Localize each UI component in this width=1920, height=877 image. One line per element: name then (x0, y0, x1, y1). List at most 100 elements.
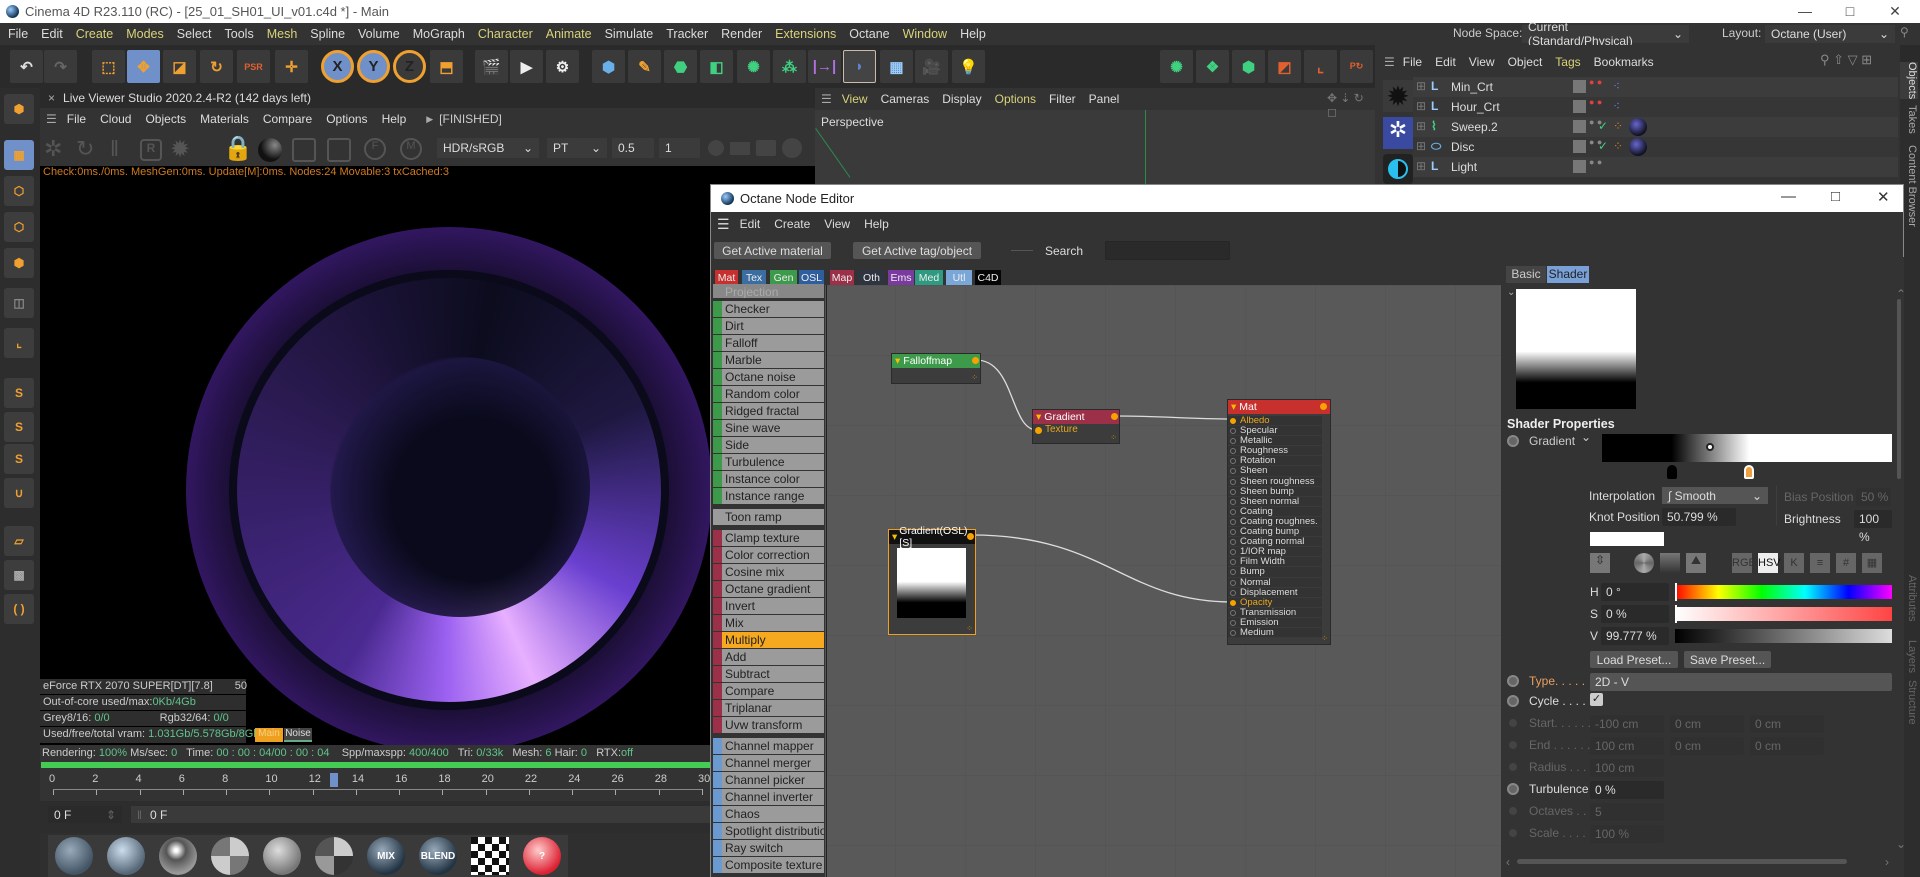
get-active-material-button[interactable]: Get Active material (714, 242, 831, 259)
gradient-knot-2[interactable] (1744, 465, 1755, 479)
tab-noise[interactable]: Noise (284, 728, 312, 742)
rotate-tool-icon[interactable]: ↻ (200, 50, 233, 83)
object-menu-bookmarks[interactable]: Bookmarks (1594, 55, 1654, 69)
redo-icon[interactable]: ↷ (44, 50, 77, 83)
hamburger-menu-icon[interactable]: ☰ (717, 216, 730, 233)
live-viewer-close-button[interactable]: × (48, 91, 55, 105)
gradient-keyframe-radio[interactable] (1507, 435, 1519, 447)
node-list-item[interactable]: Turbulence (713, 454, 824, 470)
layer-toggle-icon[interactable] (1573, 100, 1586, 113)
edges-mode-icon[interactable]: ⬡ (4, 212, 34, 242)
rectangle-icon[interactable] (730, 142, 750, 155)
node-list-item[interactable]: Color correction (713, 547, 824, 563)
sphere-icon[interactable] (708, 140, 724, 156)
timeline-ruler[interactable]: 0 2 4 6 8 10 12 14 16 18 20 22 24 26 28 30 (40, 771, 710, 801)
node-editor-menu-help[interactable]: Help (864, 217, 889, 231)
radius-keyframe-radio[interactable] (1509, 763, 1517, 771)
menu-tools[interactable]: Tools (225, 27, 254, 41)
constraint-tag-icon[interactable]: ⁖ (1613, 79, 1620, 93)
port-socket[interactable] (1230, 609, 1236, 616)
node-list-item[interactable]: Octane noise (713, 369, 824, 385)
move-tool-icon[interactable]: ✥ (127, 50, 160, 83)
h-slider[interactable] (1675, 585, 1892, 599)
port-socket[interactable] (1230, 488, 1236, 495)
node-list-item[interactable]: Spotlight distribution (713, 823, 824, 839)
node-list-item[interactable]: Chaos (713, 806, 824, 822)
output-port[interactable] (967, 533, 974, 540)
live-viewer-menu-materials[interactable]: Materials (200, 112, 249, 126)
stepper-icon[interactable]: ⇕ (106, 808, 116, 822)
pause-icon[interactable]: ‖ (110, 136, 119, 162)
z-axis-toggle[interactable]: Z (393, 50, 426, 83)
texture-tag-icon[interactable]: ⁘ (1613, 119, 1623, 133)
tab-basic[interactable]: Basic (1506, 266, 1546, 283)
resize-grip-icon[interactable]: ⁘ (1110, 433, 1117, 442)
viewport-nav-icons[interactable]: ✥ ⇣ ↻ ◻ (1327, 91, 1375, 119)
get-active-tag-button[interactable]: Get Active tag/object (853, 242, 981, 259)
color-mode-kelvin-button[interactable]: K (1784, 553, 1804, 573)
menu-mesh[interactable]: Mesh (267, 27, 298, 41)
deformer-icon[interactable]: |→| (808, 50, 841, 83)
menu-spline[interactable]: Spline (310, 27, 345, 41)
object-menu-edit[interactable]: Edit (1435, 55, 1456, 69)
layout-dropdown[interactable]: Octane (User) ⌄ (1765, 25, 1895, 43)
expand-icon[interactable]: ⊞ (1416, 159, 1426, 173)
psr-reset-icon[interactable]: P↻ (1340, 50, 1373, 83)
focus-picker-icon[interactable]: F (364, 138, 386, 160)
psr-icon[interactable]: PSR (237, 50, 270, 83)
collapse-icon[interactable]: ▾ (1036, 411, 1041, 423)
minimize-button[interactable]: — (1785, 0, 1825, 23)
node-canvas[interactable]: ▾ Falloffmap ⁘ ▾ Gradient Texture ⁘ ▾ Gradi… (825, 285, 1501, 877)
node-editor-maximize-button[interactable]: □ (1831, 188, 1840, 205)
workplane-grid-icon[interactable]: ▱ (4, 526, 34, 556)
fracture-icon[interactable]: ⁂ (773, 50, 806, 83)
octane-tag-icon[interactable]: ◩ (1268, 50, 1301, 83)
mat-port-medium[interactable]: Medium (1228, 627, 1322, 639)
focus-icon[interactable] (327, 138, 351, 162)
falloffmap-node[interactable]: ▾ Falloffmap ⁘ (891, 353, 981, 384)
menu-animate[interactable]: Animate (546, 27, 592, 41)
gradient-knot-1[interactable] (1666, 465, 1677, 479)
light-icon[interactable]: 💡 (952, 50, 985, 83)
gradient-bias-handle[interactable] (1706, 443, 1715, 451)
node-space-dropdown[interactable]: Current (Standard/Physical) ⌄ (1522, 20, 1689, 48)
gradient-node[interactable]: ▾ Gradient Texture ⁘ (1032, 409, 1120, 444)
category-tab-ems[interactable]: Ems (888, 270, 914, 285)
category-tab-tex[interactable]: Tex (742, 270, 766, 285)
category-tab-mat[interactable]: Mat (715, 270, 738, 285)
material-swatch[interactable] (256, 835, 308, 877)
hamburger-menu-icon[interactable]: ☰ (821, 92, 832, 106)
node-list-item[interactable]: Compare (713, 683, 824, 699)
output-port[interactable] (972, 357, 979, 364)
value1-field[interactable]: 0.5 (612, 138, 654, 158)
live-viewer-menu-objects[interactable]: Objects (145, 112, 186, 126)
contrast-icon[interactable] (1383, 154, 1413, 184)
start-keyframe-radio[interactable] (1509, 719, 1517, 727)
snap-settings-icon[interactable]: S (4, 412, 34, 442)
octaves-keyframe-radio[interactable] (1509, 807, 1517, 815)
category-tab-osl[interactable]: OSL (799, 270, 824, 285)
object-row[interactable]: ⊞ L Hour_Crt ● ● ⁖ (1413, 97, 1898, 117)
collapse-icon[interactable]: ▾ (892, 531, 897, 543)
cycle-checkbox[interactable]: ✓ (1590, 693, 1603, 706)
horizontal-scrollbar[interactable] (1517, 859, 1847, 864)
transform-tool-icon[interactable]: ✛ (275, 50, 308, 83)
viewport-menu-filter[interactable]: Filter (1049, 92, 1076, 106)
floor-icon[interactable]: ▦ (880, 50, 913, 83)
material-swatch[interactable] (308, 835, 360, 877)
value2-field[interactable]: 1 (659, 138, 700, 158)
node-list-item[interactable]: Ray switch (713, 840, 824, 856)
texture-mode-icon[interactable]: ▦ (4, 140, 34, 170)
visibility-dots-icon[interactable]: ● ● (1589, 158, 1602, 167)
menu-simulate[interactable]: Simulate (605, 27, 654, 41)
cube-icon[interactable]: ⬢ (592, 50, 625, 83)
port-socket[interactable] (1230, 428, 1236, 435)
resize-grip-icon[interactable]: ⁘ (966, 624, 973, 633)
type-dropdown[interactable]: 2D - V (1590, 673, 1892, 691)
render-view[interactable] (40, 177, 815, 745)
category-tab-med[interactable]: Med (915, 270, 943, 285)
port-socket[interactable] (1230, 508, 1236, 515)
category-tab-utl[interactable]: Utl (946, 270, 972, 285)
v-field[interactable]: 99.777 % (1601, 627, 1669, 645)
category-tab-oth[interactable]: Oth (858, 270, 885, 285)
